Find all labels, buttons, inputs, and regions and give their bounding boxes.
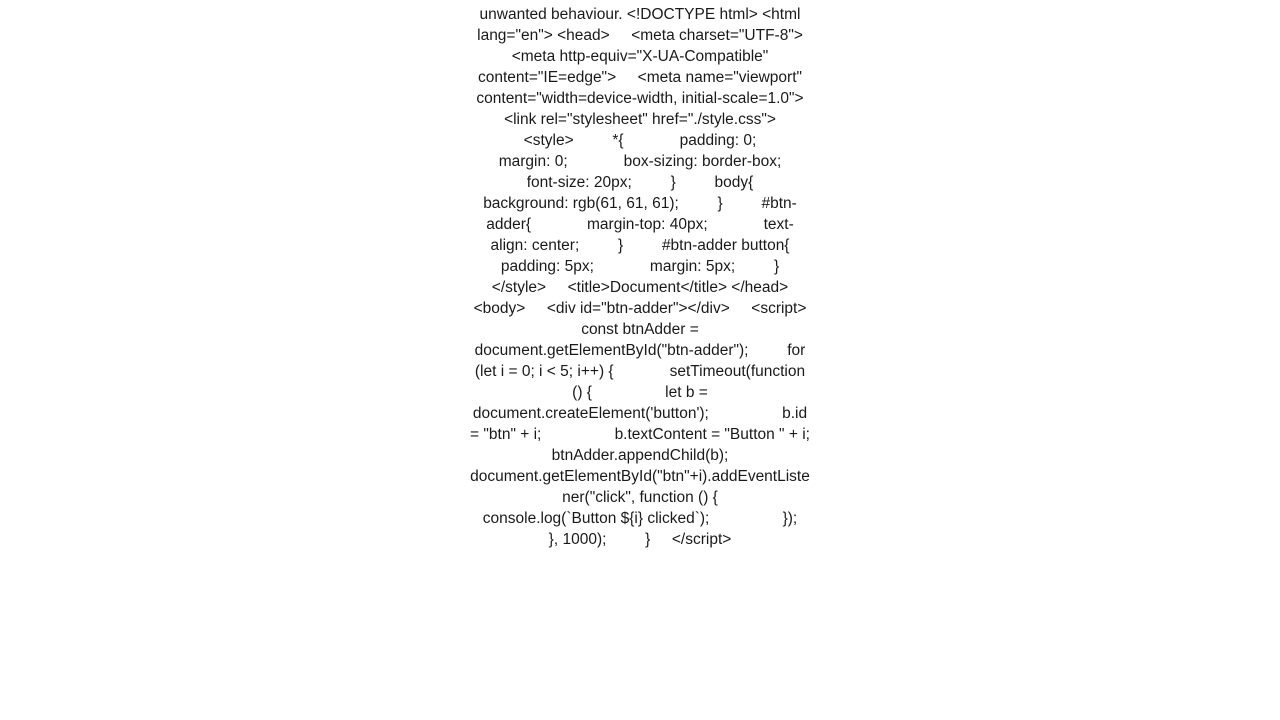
code-snippet: unwanted behaviour. <!DOCTYPE html> <htm… <box>470 4 810 550</box>
